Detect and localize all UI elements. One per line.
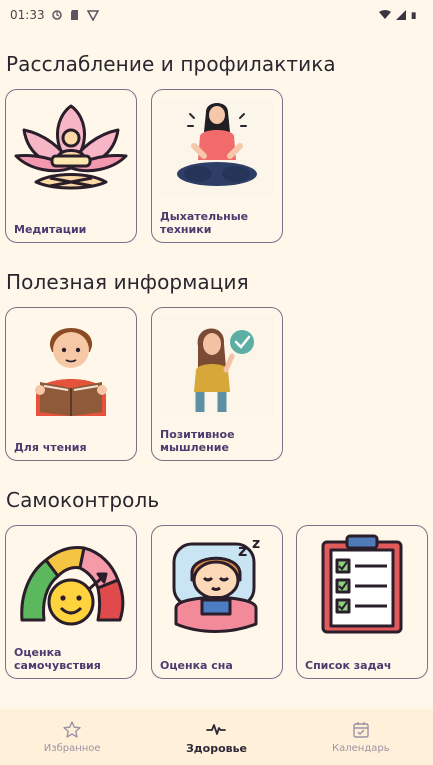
card-sleep[interactable]: z z Оценка сна (151, 525, 283, 679)
signal-icon (396, 10, 406, 20)
svg-text:z: z (238, 541, 247, 560)
calendar-check-icon (353, 722, 369, 738)
shield-icon (86, 10, 99, 21)
card-breathing[interactable]: Дыхательные техники (151, 89, 283, 243)
nav-item-health[interactable]: Здоровье (144, 709, 288, 765)
section-title-useful-info: Полезная информация (6, 270, 249, 294)
status-left: 01:33 (10, 8, 99, 22)
card-positive-thinking[interactable]: Позитивное мышление (151, 307, 283, 461)
svg-text:z: z (252, 536, 260, 552)
reading-icon (35, 328, 107, 416)
breathing-icon (160, 98, 274, 198)
card-label: Оценка сна (160, 659, 233, 672)
card-label: Список задач (305, 659, 392, 672)
card-label: Дыхательные техники (160, 210, 249, 236)
meditation-icon (14, 104, 128, 190)
battery-icon (411, 12, 416, 19)
card-reading[interactable]: Для чтения (5, 307, 137, 461)
location-icon (51, 10, 62, 20)
card-wellbeing[interactable]: Оценка самочувствия (5, 525, 137, 679)
status-right (379, 9, 419, 21)
checklist-icon (321, 534, 403, 634)
card-label: Позитивное мышление (160, 428, 235, 454)
card-label: Медитации (14, 223, 87, 236)
card-label: Оценка самочувствия (14, 646, 101, 672)
screen: 01:33 Расслабление и профилактика Медита… (0, 0, 433, 765)
star-icon (63, 721, 81, 738)
section-title-self-control: Самоконтроль (6, 488, 160, 512)
mood-gauge-icon (20, 546, 125, 626)
card-label: Для чтения (14, 441, 87, 454)
nav-item-favorites[interactable]: Избранное (0, 709, 144, 765)
section-title-relaxation: Расслабление и профилактика (6, 52, 336, 76)
nav-label: Календарь (332, 743, 390, 754)
wifi-icon (379, 10, 391, 19)
positive-thinking-icon (160, 316, 274, 416)
nav-label: Избранное (43, 743, 101, 754)
nav-label: Здоровье (185, 742, 248, 755)
card-tasks[interactable]: Список задач (296, 525, 428, 679)
heartbeat-icon (206, 724, 227, 735)
bottom-navigation: Избранное Здоровье Календарь (0, 709, 433, 765)
nav-item-calendar[interactable]: Календарь (289, 709, 433, 765)
card-meditation[interactable]: Медитации (5, 89, 137, 243)
status-bar: 01:33 (0, 0, 433, 30)
sleep-icon: z z (172, 536, 260, 633)
status-time: 01:33 (10, 8, 45, 22)
sd-card-icon (70, 10, 78, 20)
